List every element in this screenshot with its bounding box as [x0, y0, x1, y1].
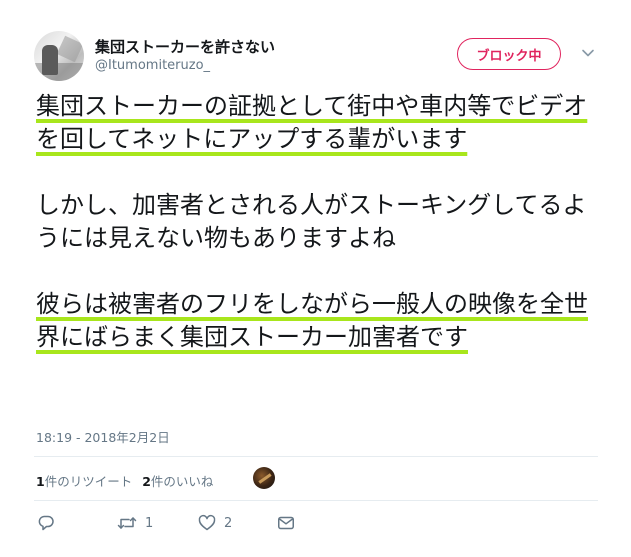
- retweets-stat[interactable]: 1件のリツイート: [36, 471, 132, 490]
- engagement-stats: 1件のリツイート 2件のいいね: [36, 471, 213, 490]
- likes-stat[interactable]: 2件のいいね: [142, 471, 213, 490]
- author-display-name[interactable]: 集団ストーカーを許さない: [95, 36, 275, 57]
- tweet-text: 集団ストーカーの証拠として街中や車内等でビデオを回してネットにアップする輩がいま…: [36, 90, 606, 354]
- reply-icon: [38, 515, 54, 531]
- envelope-icon: [278, 516, 294, 530]
- liker-avatar[interactable]: [253, 467, 275, 489]
- retweet-icon: [117, 517, 137, 529]
- author-handle[interactable]: @Itumomiteruzo_: [95, 58, 210, 73]
- heart-icon: [198, 514, 216, 531]
- like-count: 2: [224, 515, 233, 531]
- divider: [34, 456, 598, 457]
- reply-button[interactable]: [37, 514, 55, 532]
- likes-stat-count: 2: [142, 474, 151, 489]
- author-avatar[interactable]: [34, 31, 84, 81]
- retweet-button[interactable]: 1: [117, 514, 153, 532]
- tweet-paragraph-2: しかし、加害者とされる人がストーキングしてるようには見えない物もありますよね: [36, 191, 587, 252]
- direct-message-button[interactable]: [277, 514, 295, 532]
- like-button[interactable]: 2: [198, 514, 232, 532]
- tweet-timestamp[interactable]: 18:19 - 2018年2月2日: [36, 427, 170, 446]
- divider: [34, 500, 598, 501]
- tweet-paragraph-1: 集団ストーカーの証拠として街中や車内等でビデオを回してネットにアップする輩がいま…: [36, 92, 588, 153]
- retweet-count: 1: [145, 515, 154, 531]
- retweets-stat-label: 件のリツイート: [44, 474, 133, 489]
- blocked-button[interactable]: ブロック中: [457, 38, 561, 70]
- chevron-down-icon[interactable]: [580, 45, 596, 61]
- tweet-paragraph-3: 彼らは被害者のフリをしながら一般人の映像を全世界にばらまく集団ストーカー加害者で…: [36, 290, 588, 351]
- likes-stat-label: 件のいいね: [150, 474, 214, 489]
- retweets-stat-count: 1: [36, 474, 45, 489]
